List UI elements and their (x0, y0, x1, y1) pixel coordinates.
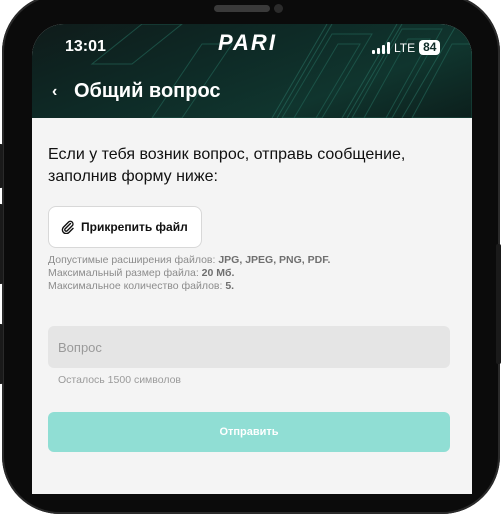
character-counter: Осталось 1500 символов (58, 374, 182, 386)
front-camera (274, 4, 283, 13)
hint-max-size: Максимальный размер файла: 20 Мб. (48, 267, 235, 279)
form-content: Если у тебя возник вопрос, отправь сообщ… (32, 118, 472, 494)
chevron-left-icon: ‹ (52, 82, 58, 100)
phone-frame: 13:01 PARI LTE 84 ‹ Общий вопрос Если у … (0, 0, 501, 514)
page-title: Общий вопрос (74, 80, 221, 102)
side-button-right (496, 244, 501, 364)
attach-file-button[interactable]: Прикрепить файл (48, 206, 202, 248)
hint-max-count: Максимальное количество файлов: 5. (48, 280, 235, 292)
speaker-grille (214, 5, 270, 12)
battery-icon: 84 (419, 40, 441, 55)
side-button-left-3 (0, 324, 3, 384)
side-button-left-2 (0, 204, 3, 284)
paperclip-icon (61, 220, 74, 234)
side-button-left-1 (0, 144, 3, 188)
attach-file-label: Прикрепить файл (81, 220, 188, 234)
pari-logo: PARI (218, 30, 277, 55)
question-input[interactable] (48, 326, 450, 368)
file-hints: Допустимые расширения файлов: JPG, JPEG,… (48, 254, 458, 293)
app-header: 13:01 PARI LTE 84 ‹ Общий вопрос (32, 24, 472, 118)
signal-icon (372, 41, 390, 54)
form-intro: Если у тебя возник вопрос, отправь сообщ… (48, 146, 406, 185)
back-button[interactable]: ‹ Общий вопрос (52, 80, 221, 103)
screen: 13:01 PARI LTE 84 ‹ Общий вопрос Если у … (32, 24, 472, 494)
network-type: LTE (394, 40, 416, 55)
status-time: 13:01 (65, 38, 106, 55)
submit-button[interactable]: Отправить (48, 412, 450, 452)
hint-extensions: Допустимые расширения файлов: JPG, JPEG,… (48, 254, 331, 266)
status-indicators: LTE 84 (372, 40, 441, 55)
